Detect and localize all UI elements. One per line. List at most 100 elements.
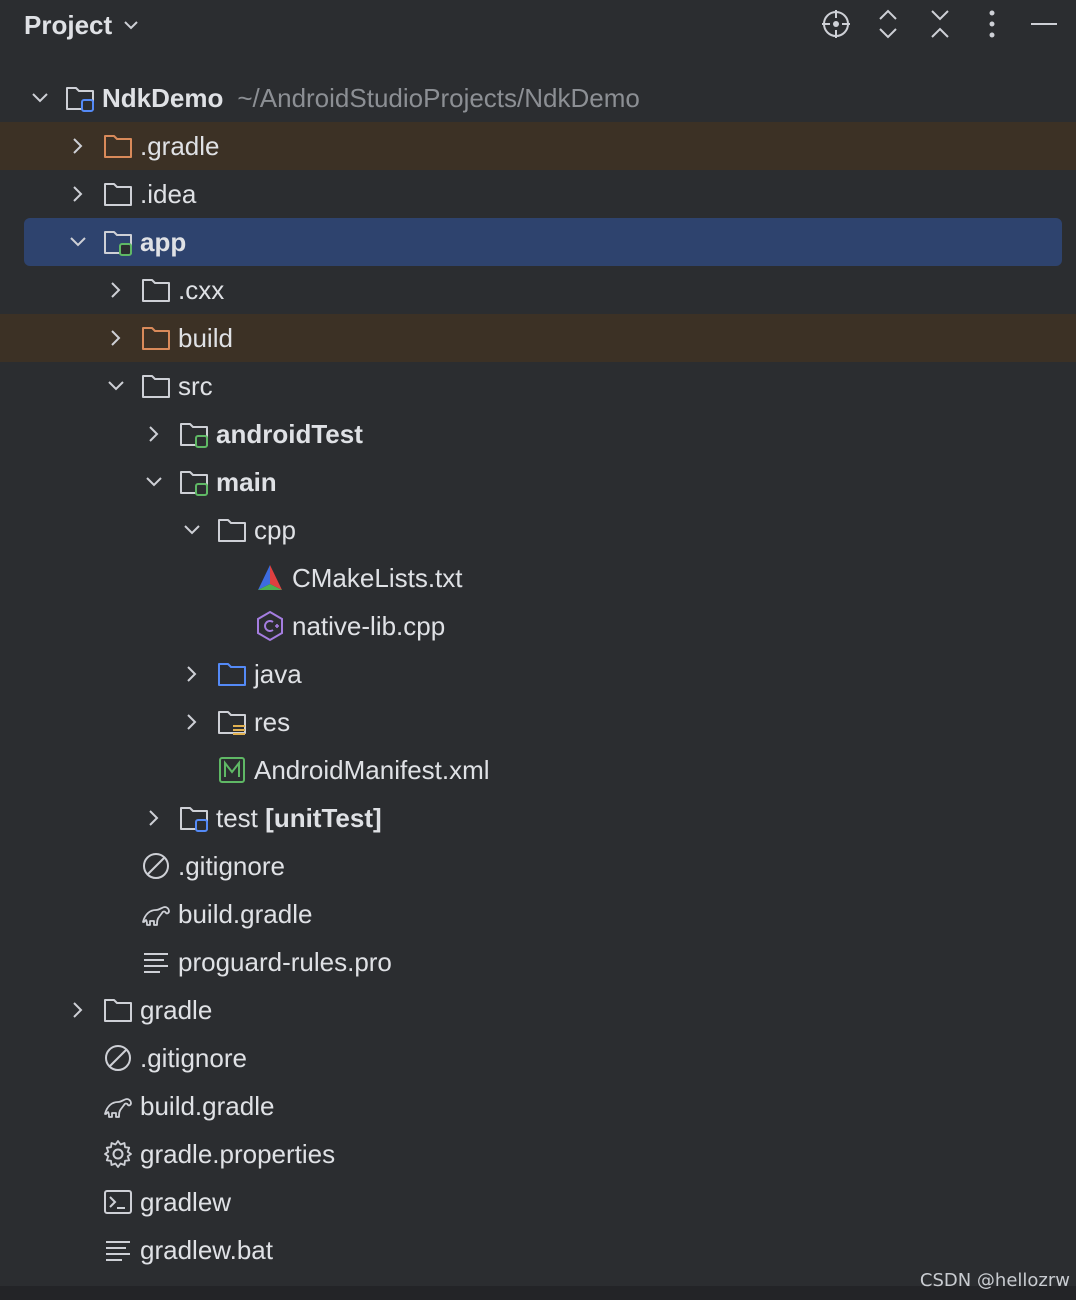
- tree-item-label: .cxx: [178, 275, 224, 306]
- folder-icon: [140, 274, 172, 306]
- gitignore-icon: [140, 850, 172, 882]
- tree-row[interactable]: androidTest: [0, 410, 1076, 458]
- tree-row[interactable]: native-lib.cpp: [0, 602, 1076, 650]
- tree-item-name: .cxx: [178, 274, 225, 305]
- tree-row[interactable]: app: [0, 218, 1076, 266]
- tree-item-label: native-lib.cpp: [292, 611, 445, 642]
- tree-item-label: CMakeLists.txt: [292, 563, 463, 594]
- tree-item-name: gradle.properties: [140, 1138, 336, 1169]
- chevron-right-icon[interactable]: [178, 660, 206, 688]
- tree-row[interactable]: CMakeLists.txt: [0, 554, 1076, 602]
- tree-item-label: .gradle: [140, 131, 220, 162]
- tree-row[interactable]: .gitignore: [0, 1034, 1076, 1082]
- chevron-right-icon[interactable]: [178, 708, 206, 736]
- settings-file-icon: [102, 1138, 134, 1170]
- tree-item-label: NdkDemo: [102, 83, 223, 114]
- tree-item-name: build.gradle: [178, 898, 313, 929]
- folder-icon: [216, 514, 248, 546]
- tree-item-name: cpp: [254, 514, 296, 545]
- tree-row[interactable]: .gradle: [0, 122, 1076, 170]
- tree-row[interactable]: .cxx: [0, 266, 1076, 314]
- chevron-right-icon[interactable]: [102, 276, 130, 304]
- project-path: ~/AndroidStudioProjects/NdkDemo: [237, 82, 640, 113]
- gradle-icon: [140, 898, 172, 930]
- chevron-right-icon[interactable]: [64, 996, 92, 1024]
- tree-row[interactable]: cpp: [0, 506, 1076, 554]
- tree-item-name: .gitignore: [178, 850, 285, 881]
- tree-row[interactable]: java: [0, 650, 1076, 698]
- tool-window-title: Project: [24, 9, 113, 40]
- tree-row[interactable]: gradlew.bat: [0, 1226, 1076, 1274]
- source-folder-icon: [216, 658, 248, 690]
- tree-item-label: gradlew.bat: [140, 1235, 273, 1266]
- expand-all-icon[interactable]: [870, 6, 906, 42]
- chevron-right-icon[interactable]: [64, 132, 92, 160]
- chevron-right-icon[interactable]: [102, 324, 130, 352]
- tree-row[interactable]: build: [0, 314, 1076, 362]
- tree-row[interactable]: gradle: [0, 986, 1076, 1034]
- chevron-right-icon[interactable]: [140, 804, 168, 832]
- text-file-icon: [102, 1234, 134, 1266]
- tree-item-name: native-lib.cpp: [292, 610, 446, 641]
- tree-item-name: CMakeLists.txt: [292, 562, 463, 593]
- tree-row[interactable]: .idea: [0, 170, 1076, 218]
- gradle-icon: [102, 1090, 134, 1122]
- chevron-down-icon[interactable]: [178, 516, 206, 544]
- chevron-right-icon[interactable]: [140, 420, 168, 448]
- tree-row[interactable]: gradle.properties: [0, 1130, 1076, 1178]
- excluded-folder-icon: [102, 130, 134, 162]
- tree-item-label: proguard-rules.pro: [178, 947, 392, 978]
- chevron-down-icon[interactable]: [102, 372, 130, 400]
- tree-row[interactable]: build.gradle: [0, 890, 1076, 938]
- hide-icon[interactable]: [1026, 6, 1062, 42]
- excluded-folder-icon: [140, 322, 172, 354]
- folder-icon: [102, 178, 134, 210]
- tree-item-name: gradle: [140, 994, 213, 1025]
- tree-item-name: AndroidManifest.xml: [254, 754, 490, 785]
- tree-item-name: java: [254, 658, 302, 689]
- tree-item-label: main: [216, 467, 277, 498]
- tree-row[interactable]: proguard-rules.pro: [0, 938, 1076, 986]
- tree-row[interactable]: res: [0, 698, 1076, 746]
- tree-row[interactable]: AndroidManifest.xml: [0, 746, 1076, 794]
- locate-icon[interactable]: [818, 6, 854, 42]
- folder-icon: [140, 370, 172, 402]
- chevron-down-icon[interactable]: [26, 84, 54, 112]
- chevron-down-icon[interactable]: [140, 468, 168, 496]
- tree-row[interactable]: gradlew: [0, 1178, 1076, 1226]
- chevron-right-icon[interactable]: [64, 180, 92, 208]
- tree-item-name: main: [216, 466, 277, 497]
- watermark: CSDN @hellozrw: [919, 1270, 1070, 1291]
- tree-row[interactable]: main: [0, 458, 1076, 506]
- test-module-folder-icon: [178, 802, 210, 834]
- tree-item-label: androidTest: [216, 419, 363, 450]
- tree-item-name: .gitignore: [140, 1042, 247, 1073]
- tree-item-name: proguard-rules.pro: [178, 946, 392, 977]
- tree-row[interactable]: test [unitTest]: [0, 794, 1076, 842]
- tree-item-label: gradlew: [140, 1187, 231, 1218]
- tree-row[interactable]: build.gradle: [0, 1082, 1076, 1130]
- tree-item-label: gradle: [140, 995, 212, 1026]
- collapse-all-icon[interactable]: [922, 6, 958, 42]
- tree-row[interactable]: NdkDemo ~/AndroidStudioProjects/NdkDemo: [0, 74, 1076, 122]
- project-view-selector[interactable]: Project: [24, 8, 140, 42]
- tree-item-label: test [unitTest]: [216, 803, 382, 834]
- tree-item-name: res: [254, 706, 291, 737]
- chevron-down-icon: [122, 10, 140, 41]
- tree-item-label: res: [254, 707, 290, 738]
- chevron-down-icon[interactable]: [64, 228, 92, 256]
- tree-row[interactable]: src: [0, 362, 1076, 410]
- tree-item-label: cpp: [254, 515, 296, 546]
- tree-row[interactable]: .gitignore: [0, 842, 1076, 890]
- more-icon[interactable]: [974, 6, 1010, 42]
- project-tree[interactable]: NdkDemo ~/AndroidStudioProjects/NdkDemo .g…: [0, 74, 1076, 1274]
- tree-item-label: AndroidManifest.xml: [254, 755, 490, 786]
- tree-item-name: app: [140, 226, 187, 257]
